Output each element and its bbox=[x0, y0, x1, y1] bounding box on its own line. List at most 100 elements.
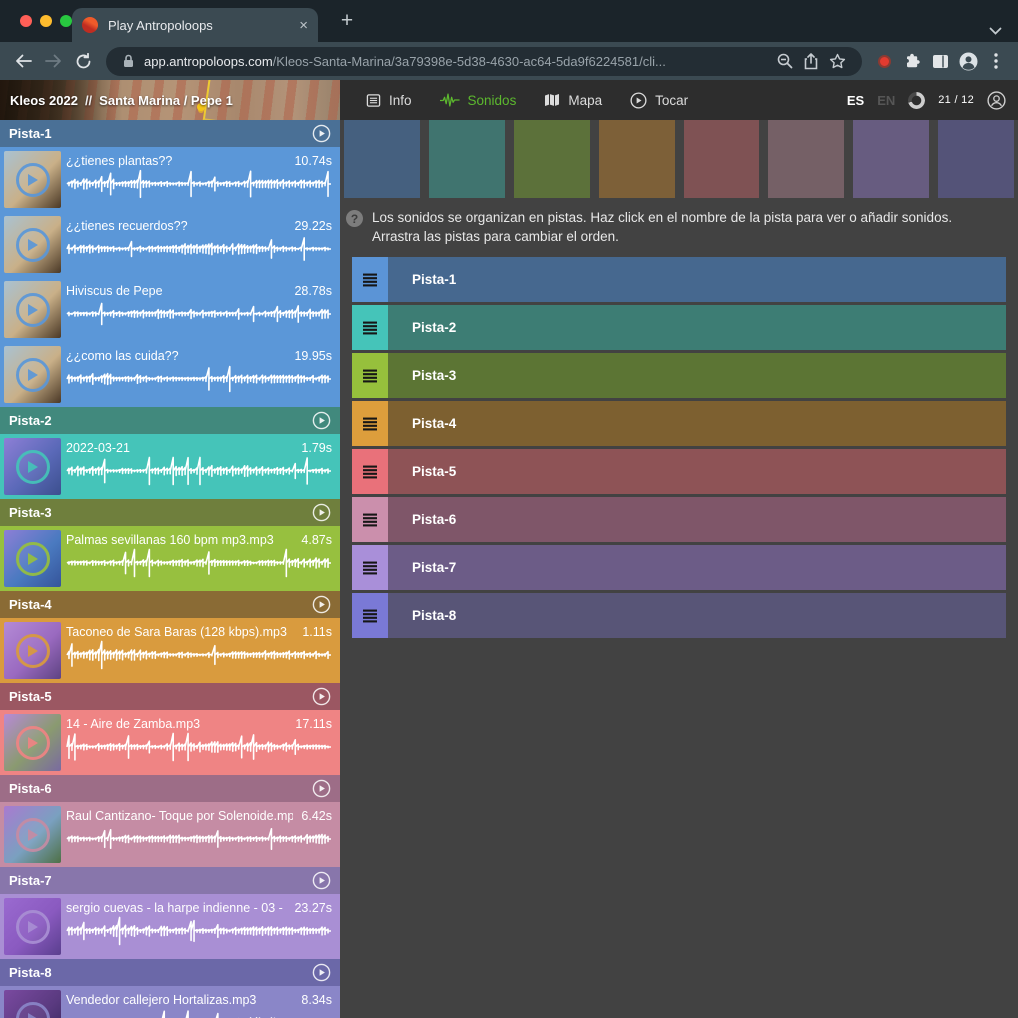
track-play-icon[interactable] bbox=[312, 687, 331, 706]
clip-play-button[interactable] bbox=[16, 358, 50, 392]
track-name[interactable]: Pista-2 bbox=[9, 413, 312, 428]
track-name[interactable]: Pista-6 bbox=[9, 781, 312, 796]
url-bar[interactable]: app.antropoloops.com /Kleos-Santa-Marina… bbox=[106, 47, 862, 76]
track-header[interactable]: Pista-8 bbox=[0, 959, 340, 986]
extensions-puzzle-icon[interactable] bbox=[898, 46, 926, 76]
back-button[interactable] bbox=[8, 46, 38, 76]
track-row[interactable]: Pista-7 bbox=[352, 545, 1006, 590]
tab-close-icon[interactable]: × bbox=[299, 18, 308, 33]
track-name[interactable]: Pista-5 bbox=[9, 689, 312, 704]
track-play-icon[interactable] bbox=[312, 595, 331, 614]
clip-play-button[interactable] bbox=[16, 634, 50, 668]
drag-handle[interactable] bbox=[352, 497, 388, 542]
track-header[interactable]: Pista-7 bbox=[0, 867, 340, 894]
track-header[interactable]: Pista-6 bbox=[0, 775, 340, 802]
track-header[interactable]: Pista-4 bbox=[0, 591, 340, 618]
clip-play-button[interactable] bbox=[16, 818, 50, 852]
track-row[interactable]: Pista-3 bbox=[352, 353, 1006, 398]
track-name[interactable]: Pista-8 bbox=[9, 965, 312, 980]
tab-search-chevron-icon[interactable] bbox=[989, 22, 1002, 40]
audio-clip[interactable]: ¿¿tienes plantas??10.74s bbox=[0, 147, 340, 212]
language-es-button[interactable]: ES bbox=[847, 93, 864, 108]
breadcrumb-project[interactable]: Kleos 2022 bbox=[10, 93, 78, 108]
clip-waveform[interactable] bbox=[66, 456, 332, 486]
drag-handle[interactable] bbox=[352, 257, 388, 302]
share-icon[interactable] bbox=[798, 53, 824, 70]
clip-waveform[interactable] bbox=[66, 916, 332, 946]
zoom-indicator-icon[interactable] bbox=[772, 53, 798, 69]
track-row-bar[interactable]: Pista-2 bbox=[388, 305, 1006, 350]
track-row[interactable]: Pista-8 bbox=[352, 593, 1006, 638]
reload-button[interactable] bbox=[68, 46, 98, 76]
track-name[interactable]: Pista-1 bbox=[9, 126, 312, 141]
track-name[interactable]: Pista-4 bbox=[9, 597, 312, 612]
clip-play-button[interactable] bbox=[16, 163, 50, 197]
track-header[interactable]: Pista-2 bbox=[0, 407, 340, 434]
drag-handle[interactable] bbox=[352, 401, 388, 446]
audio-clip[interactable]: 2022-03-211.79s bbox=[0, 434, 340, 499]
close-window-button[interactable] bbox=[20, 15, 32, 27]
bookmark-star-icon[interactable] bbox=[824, 53, 850, 69]
clip-waveform[interactable] bbox=[66, 299, 332, 329]
nav-item-mapa[interactable]: Mapa bbox=[544, 93, 602, 108]
clip-play-button[interactable] bbox=[16, 293, 50, 327]
audio-clip[interactable]: Palmas sevillanas 160 bpm mp3.mp34.87s bbox=[0, 526, 340, 591]
forward-button[interactable] bbox=[38, 46, 68, 76]
help-icon[interactable]: ? bbox=[346, 210, 363, 227]
track-name[interactable]: Pista-3 bbox=[9, 505, 312, 520]
clip-play-button[interactable] bbox=[16, 726, 50, 760]
drag-handle[interactable] bbox=[352, 593, 388, 638]
track-header[interactable]: Pista-3 bbox=[0, 499, 340, 526]
track-play-icon[interactable] bbox=[312, 124, 331, 143]
language-en-button[interactable]: EN bbox=[877, 93, 895, 108]
track-play-icon[interactable] bbox=[312, 963, 331, 982]
clip-waveform[interactable] bbox=[66, 1008, 332, 1018]
track-row[interactable]: Pista-4 bbox=[352, 401, 1006, 446]
clip-play-button[interactable] bbox=[16, 450, 50, 484]
track-row-bar[interactable]: Pista-6 bbox=[388, 497, 1006, 542]
drag-handle[interactable] bbox=[352, 353, 388, 398]
audio-clip[interactable]: Hiviscus de Pepe28.78s bbox=[0, 277, 340, 342]
recorder-extension-icon[interactable] bbox=[870, 46, 898, 76]
track-header[interactable]: Pista-1 bbox=[0, 120, 340, 147]
drag-handle[interactable] bbox=[352, 305, 388, 350]
track-row[interactable]: Pista-6 bbox=[352, 497, 1006, 542]
audio-clip[interactable]: ¿¿como las cuida??19.95s bbox=[0, 342, 340, 407]
drag-handle[interactable] bbox=[352, 545, 388, 590]
nav-item-info[interactable]: Info bbox=[366, 93, 412, 108]
audio-clip[interactable]: sergio cuevas - la harpe indienne - 03 -… bbox=[0, 894, 340, 959]
track-row[interactable]: Pista-5 bbox=[352, 449, 1006, 494]
clip-play-button[interactable] bbox=[16, 1002, 50, 1018]
track-row-bar[interactable]: Pista-4 bbox=[388, 401, 1006, 446]
drag-handle[interactable] bbox=[352, 449, 388, 494]
clip-waveform[interactable] bbox=[66, 640, 332, 670]
track-row-bar[interactable]: Pista-1 bbox=[388, 257, 1006, 302]
clip-play-button[interactable] bbox=[16, 910, 50, 944]
clip-play-button[interactable] bbox=[16, 542, 50, 576]
track-name[interactable]: Pista-7 bbox=[9, 873, 312, 888]
clip-waveform[interactable] bbox=[66, 169, 332, 199]
audio-clip[interactable]: Raul Cantizano- Toque por Solenoide.mp36… bbox=[0, 802, 340, 867]
nav-item-sonidos[interactable]: Sonidos bbox=[440, 93, 517, 108]
audio-clip[interactable]: Taconeo de Sara Baras (128 kbps).mp31.11… bbox=[0, 618, 340, 683]
browser-menu-icon[interactable] bbox=[982, 46, 1010, 76]
clip-waveform[interactable] bbox=[66, 548, 332, 578]
track-row-bar[interactable]: Pista-8 bbox=[388, 593, 1006, 638]
clip-play-button[interactable] bbox=[16, 228, 50, 262]
clip-waveform[interactable] bbox=[66, 732, 332, 762]
track-row-bar[interactable]: Pista-5 bbox=[388, 449, 1006, 494]
minimize-window-button[interactable] bbox=[40, 15, 52, 27]
nav-item-tocar[interactable]: Tocar bbox=[630, 92, 688, 109]
track-row[interactable]: Pista-1 bbox=[352, 257, 1006, 302]
browser-tab[interactable]: Play Antropoloops × bbox=[72, 8, 318, 42]
audio-clip[interactable]: Vendedor callejero Hortalizas.mp38.34s bbox=[0, 986, 340, 1018]
track-play-icon[interactable] bbox=[312, 871, 331, 890]
clip-waveform[interactable] bbox=[66, 234, 332, 264]
track-play-icon[interactable] bbox=[312, 779, 331, 798]
track-header[interactable]: Pista-5 bbox=[0, 683, 340, 710]
track-row-bar[interactable]: Pista-3 bbox=[388, 353, 1006, 398]
account-icon[interactable] bbox=[987, 91, 1006, 110]
track-row-bar[interactable]: Pista-7 bbox=[388, 545, 1006, 590]
track-play-icon[interactable] bbox=[312, 411, 331, 430]
audio-clip[interactable]: 14 - Aire de Zamba.mp317.11s bbox=[0, 710, 340, 775]
